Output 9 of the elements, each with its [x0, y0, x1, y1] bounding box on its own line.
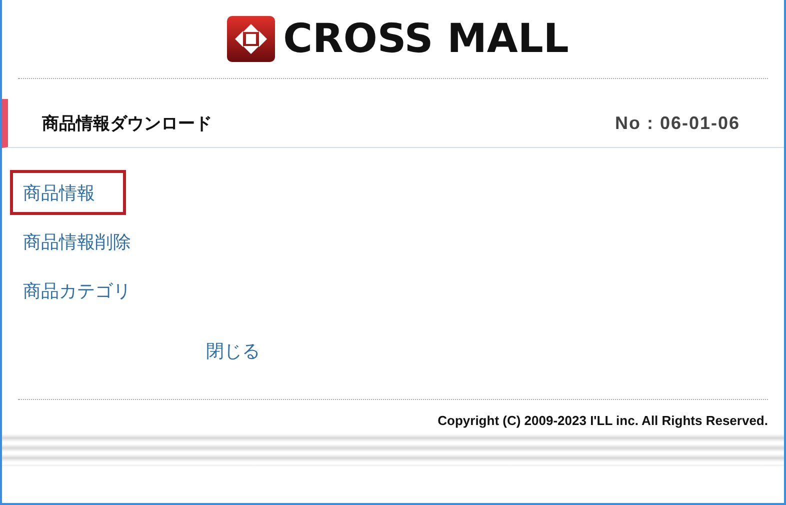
menu-link[interactable]: 商品カテゴリ [10, 268, 144, 313]
menu-link[interactable]: 商品情報 [10, 170, 126, 215]
close-link[interactable]: 閉じる [206, 339, 260, 363]
logo-icon [227, 16, 276, 62]
copyright-text: Copyright (C) 2009-2023 I'LL inc. All Rights Reserved. [438, 413, 768, 428]
menu-link[interactable]: 商品情報削除 [10, 219, 144, 264]
screen-number: No : 06-01-06 [614, 112, 740, 134]
page-title: 商品情報ダウンロード [42, 112, 212, 134]
logo-text: CROSS MALL [283, 19, 569, 59]
